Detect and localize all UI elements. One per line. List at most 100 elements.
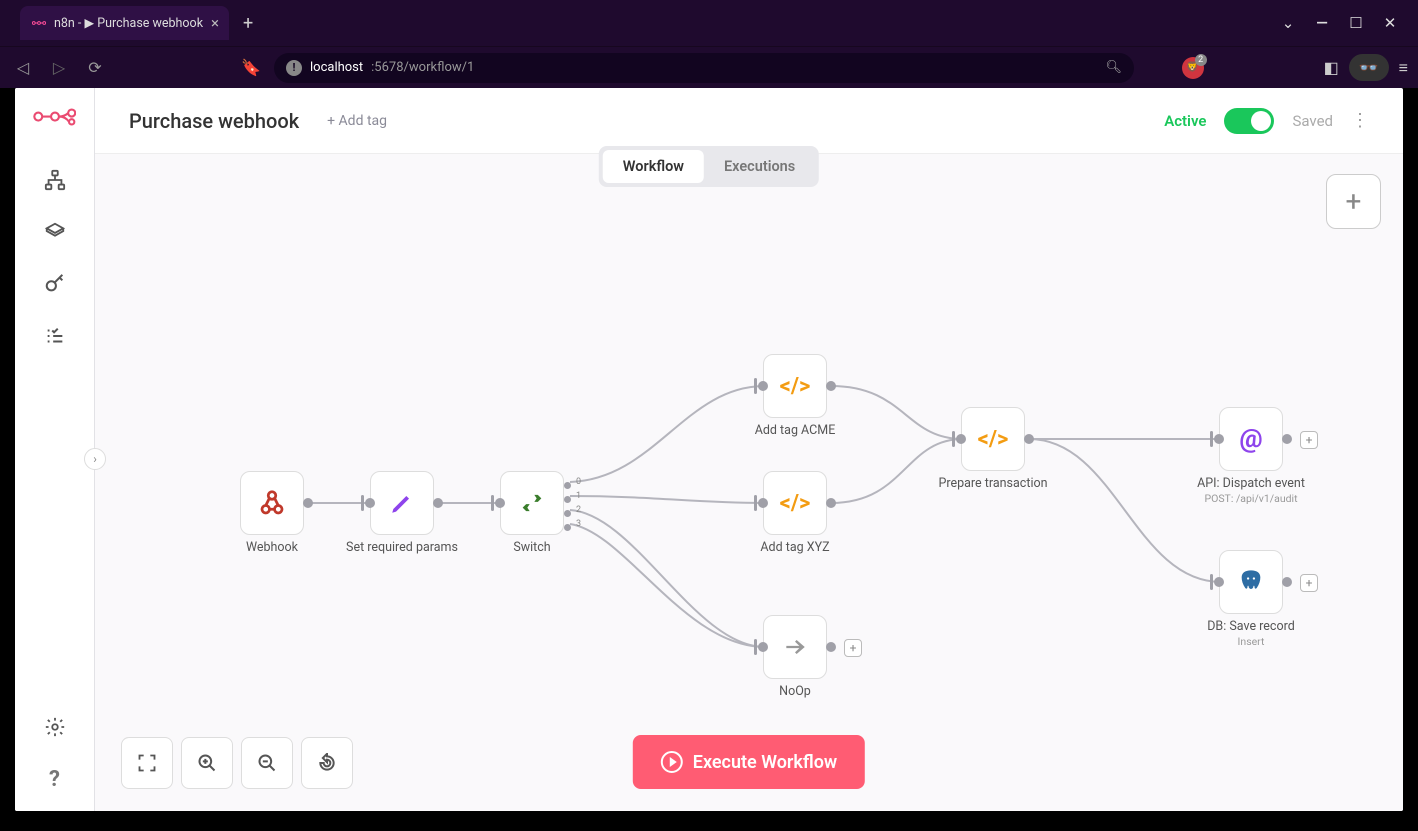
zoom-out-button[interactable] <box>241 737 293 789</box>
switch-out-label-1: 1 <box>576 491 581 501</box>
back-button[interactable]: ◁ <box>10 55 36 81</box>
port-in[interactable] <box>758 642 768 652</box>
add-connection-button[interactable]: + <box>1300 574 1318 592</box>
sidebar-expand-handle[interactable]: › <box>84 448 106 470</box>
url-host: localhost <box>310 60 363 75</box>
switch-out-label-2: 2 <box>576 505 581 515</box>
reload-button[interactable]: ⟳ <box>82 55 108 81</box>
shields-icon[interactable]: 🦁 <box>1182 57 1204 79</box>
node-sublabel: Insert <box>1207 635 1295 648</box>
node-noop[interactable]: + NoOp <box>763 615 827 679</box>
port-in[interactable] <box>495 498 505 508</box>
node-label: Prepare transaction <box>938 476 1047 491</box>
port-out[interactable] <box>1024 434 1034 444</box>
app-frame: ? › Purchase webhook + Add tag Active Sa… <box>15 88 1403 811</box>
browser-titlebar: n8n - ▶ Purchase webhook × + ⌄ — ☐ ✕ <box>0 0 1418 46</box>
port-out-2[interactable] <box>564 510 571 517</box>
port-out[interactable] <box>433 498 443 508</box>
port-out-3[interactable] <box>564 524 571 531</box>
port-in[interactable] <box>758 381 768 391</box>
active-label: Active <box>1164 112 1206 130</box>
close-icon[interactable]: ✕ <box>1376 9 1404 37</box>
port-out-0[interactable] <box>564 482 571 489</box>
switch-icon <box>516 487 548 519</box>
workflow-header: Purchase webhook + Add tag Active Saved … <box>95 88 1403 154</box>
tab-workflow[interactable]: Workflow <box>603 150 704 183</box>
site-info-icon[interactable]: ! <box>286 60 302 76</box>
reset-view-button[interactable] <box>301 737 353 789</box>
node-prepare-transaction[interactable]: </> Prepare transaction <box>961 407 1025 471</box>
browser-address-bar: ◁ ▷ ⟳ 🔖 ! localhost:5678/workflow/1 🔍︎ 🦁… <box>0 46 1418 88</box>
node-webhook[interactable]: Webhook <box>240 471 304 535</box>
bookmark-icon[interactable]: 🔖 <box>238 55 264 81</box>
add-node-button[interactable]: + <box>1326 174 1381 229</box>
node-switch[interactable]: 0 1 2 3 Switch <box>500 471 564 535</box>
node-label: NoOp <box>779 684 811 699</box>
port-in[interactable] <box>1214 577 1224 587</box>
switch-out-label-0: 0 <box>576 477 581 487</box>
add-tag-button[interactable]: + Add tag <box>327 113 387 129</box>
fit-view-button[interactable] <box>121 737 173 789</box>
chevron-down-icon[interactable]: ⌄ <box>1274 9 1302 37</box>
port-out[interactable] <box>826 498 836 508</box>
help-nav-icon[interactable]: ? <box>35 759 75 799</box>
search-in-page-icon[interactable]: 🔍︎ <box>1105 60 1122 75</box>
sidebar-toggle-icon[interactable]: ◧ <box>1324 58 1339 77</box>
port-out[interactable] <box>303 498 313 508</box>
play-icon <box>661 751 683 773</box>
tab-executions[interactable]: Executions <box>704 150 815 183</box>
workflow-menu-icon[interactable]: ⋮ <box>1351 110 1369 131</box>
node-sublabel: POST: /api/v1/audit <box>1197 492 1305 505</box>
hamburger-menu-icon[interactable]: ≡ <box>1399 58 1408 78</box>
port-out-1[interactable] <box>564 496 571 503</box>
execute-workflow-button[interactable]: Execute Workflow <box>633 735 865 789</box>
node-add-tag-xyz[interactable]: </> Add tag XYZ <box>763 471 827 535</box>
settings-nav-icon[interactable] <box>35 707 75 747</box>
credentials-nav-icon[interactable] <box>35 264 75 304</box>
zoom-in-button[interactable] <box>181 737 233 789</box>
forward-button[interactable]: ▷ <box>46 55 72 81</box>
new-tab-button[interactable]: + <box>243 13 253 34</box>
view-tabs: Workflow Executions <box>599 146 819 187</box>
node-label: Webhook <box>246 540 298 555</box>
node-set-params[interactable]: Set required params <box>370 471 434 535</box>
canvas-tools <box>121 737 353 789</box>
maximize-icon[interactable]: ☐ <box>1342 9 1370 37</box>
port-in[interactable] <box>758 498 768 508</box>
workflows-nav-icon[interactable] <box>35 160 75 200</box>
node-label: DB: Save record <box>1207 619 1295 634</box>
incognito-icon[interactable]: 👓 <box>1349 54 1389 81</box>
port-in[interactable] <box>956 434 966 444</box>
browser-tab[interactable]: n8n - ▶ Purchase webhook × <box>20 6 229 40</box>
minimize-icon[interactable]: — <box>1308 9 1336 37</box>
node-label: Add tag XYZ <box>760 540 829 555</box>
at-icon: @ <box>1235 423 1267 455</box>
sidebar: ? <box>15 88 95 811</box>
code-icon: </> <box>779 370 811 402</box>
port-in[interactable] <box>365 498 375 508</box>
port-out[interactable] <box>1282 434 1292 444</box>
port-out[interactable] <box>826 642 836 652</box>
port-out[interactable] <box>1282 577 1292 587</box>
tab-close-icon[interactable]: × <box>211 14 219 32</box>
node-db-save[interactable]: + DB: Save record Insert <box>1219 550 1283 614</box>
webhook-icon <box>256 487 288 519</box>
node-api-dispatch[interactable]: @ + API: Dispatch event POST: /api/v1/au… <box>1219 407 1283 471</box>
workflow-canvas[interactable]: + Webhook <box>95 154 1403 811</box>
active-toggle[interactable] <box>1224 108 1274 134</box>
port-out[interactable] <box>826 381 836 391</box>
port-in[interactable] <box>1214 434 1224 444</box>
executions-nav-icon[interactable] <box>35 316 75 356</box>
code-icon: </> <box>779 487 811 519</box>
code-icon: </> <box>977 423 1009 455</box>
arrow-right-icon <box>779 631 811 663</box>
workflow-name[interactable]: Purchase webhook <box>129 109 299 133</box>
n8n-logo-icon[interactable] <box>33 106 77 134</box>
n8n-favicon-icon <box>32 16 46 30</box>
add-connection-button[interactable]: + <box>844 639 862 657</box>
node-label: Set required params <box>346 540 458 555</box>
url-field[interactable]: ! localhost:5678/workflow/1 🔍︎ <box>274 53 1134 83</box>
templates-nav-icon[interactable] <box>35 212 75 252</box>
add-connection-button[interactable]: + <box>1300 431 1318 449</box>
node-add-tag-acme[interactable]: </> Add tag ACME <box>763 354 827 418</box>
